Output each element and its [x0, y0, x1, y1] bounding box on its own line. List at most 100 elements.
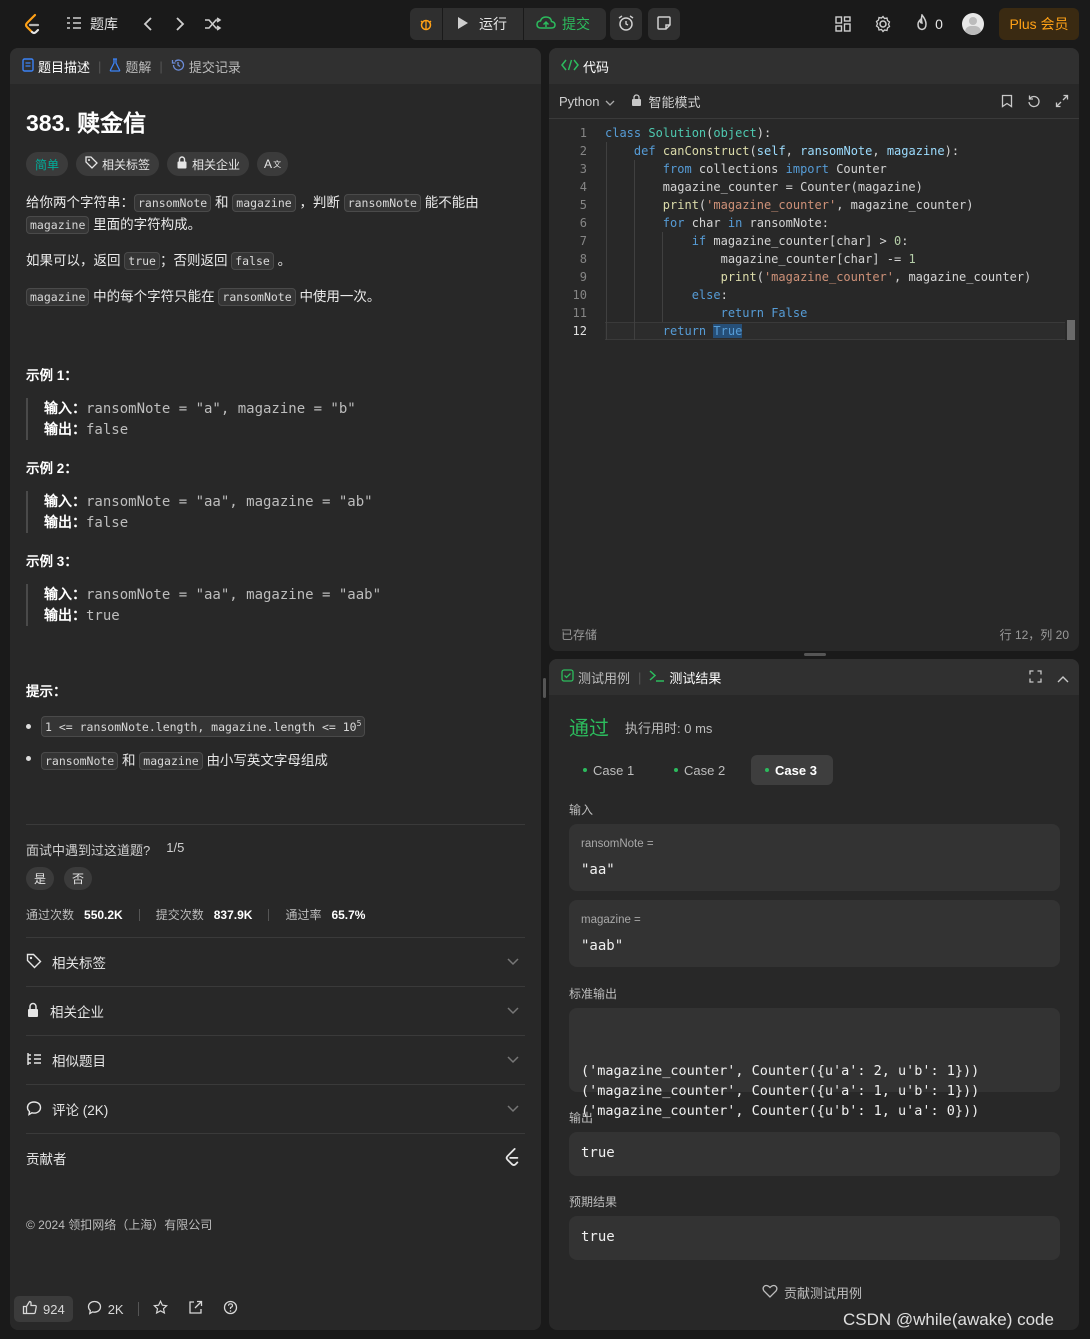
stdout-label: 标准输出	[569, 987, 618, 1001]
run-button[interactable]: 运行	[443, 8, 523, 40]
layout-icon[interactable]	[832, 12, 854, 36]
timer-button[interactable]	[610, 8, 642, 40]
chevron-down-icon	[605, 94, 615, 109]
accordion-topics[interactable]: 相关标签	[26, 937, 525, 986]
no-button[interactable]: 否	[64, 867, 93, 890]
like-button[interactable]: 924	[14, 1296, 73, 1322]
star-icon[interactable]	[145, 1299, 176, 1318]
run-label: 运行	[479, 16, 507, 32]
shuffle-icon[interactable]	[202, 12, 224, 36]
code-area[interactable]: 1 class Solution(object): 2 def canConstr…	[549, 124, 1073, 344]
chevron-up-icon[interactable]	[1057, 671, 1069, 686]
tab-solution[interactable]: 题解	[109, 57, 151, 76]
code-line: 9 print('magazine_counter', magazine_cou…	[579, 270, 1032, 284]
avatar[interactable]	[962, 13, 984, 35]
submit-button[interactable]: 提交	[524, 8, 606, 40]
play-icon	[457, 16, 469, 33]
list-tree-icon	[26, 1051, 42, 1070]
accordion-comments-label: 评论 (2K)	[52, 1103, 109, 1118]
lock-icon	[176, 156, 188, 172]
problem-description: 给你两个字符串： ransomNote 和 magazine ，判断 ransom…	[26, 192, 526, 308]
problem-title[interactable]: 383. 赎金信	[26, 104, 146, 138]
notes-button[interactable]	[648, 8, 680, 40]
output-value: true	[581, 1145, 615, 1161]
case-tab-2[interactable]: Case 2	[660, 755, 738, 785]
tab-description[interactable]: 题目描述	[22, 57, 90, 76]
translate-icon: A	[264, 157, 273, 171]
contribute-testcase-button[interactable]: 贡献测试用例	[762, 1283, 862, 1302]
tag-row: 简单 相关标签 相关企业 A文	[26, 152, 289, 176]
leetcode-logo-icon[interactable]	[20, 12, 44, 36]
chevron-down-icon	[507, 1003, 519, 1018]
expand-icon[interactable]	[1055, 94, 1069, 111]
top-bar: 题库 运行 提交 0 Plus 会员	[0, 0, 1090, 48]
accordion-topics-label: 相关标签	[52, 956, 106, 971]
tag-icon	[26, 953, 42, 972]
comments-button[interactable]: 2K	[79, 1300, 132, 1318]
fullscreen-icon[interactable]	[1029, 670, 1042, 686]
bug-icon	[418, 16, 434, 32]
tab-testcases[interactable]: 测试用例	[561, 668, 630, 687]
code-line: 7 if magazine_counter[char] > 0:	[579, 234, 909, 248]
share-icon[interactable]	[182, 1300, 209, 1318]
bookmark-icon[interactable]	[1001, 94, 1013, 111]
code-line: 5 print('magazine_counter', magazine_cou…	[579, 198, 974, 212]
settings-gear-icon[interactable]	[872, 12, 894, 36]
comment-icon	[26, 1100, 42, 1119]
tab-test-result[interactable]: 测试结果	[649, 668, 721, 687]
translate-button[interactable]: A文	[257, 152, 289, 176]
language-label: Python	[559, 93, 600, 109]
list-icon	[66, 16, 82, 33]
topics-tag-label: 相关标签	[102, 157, 151, 172]
divider	[26, 824, 525, 825]
help-icon[interactable]	[215, 1300, 246, 1318]
problem-list-button[interactable]: 题库	[66, 12, 126, 36]
prev-problem-icon[interactable]	[138, 12, 158, 36]
horizontal-resize-handle[interactable]	[804, 653, 826, 656]
example-3-title: 示例 3：	[26, 554, 78, 569]
smart-mode-toggle[interactable]: 智能模式	[631, 92, 701, 111]
example-2-title: 示例 2：	[26, 461, 78, 476]
hints-list: 1 <= ransomNote.length, magazine.length …	[26, 716, 366, 770]
tab-test-result-label: 测试结果	[669, 670, 722, 686]
companies-tag-button[interactable]: 相关企业	[167, 152, 250, 176]
code-brackets-icon	[561, 59, 579, 74]
accordion-companies-label: 相关企业	[50, 1005, 104, 1020]
tab-submissions[interactable]: 提交记录	[171, 57, 241, 76]
chevron-down-icon	[507, 1052, 519, 1067]
thumbs-up-icon	[22, 1300, 37, 1318]
accordion-comments[interactable]: 评论 (2K)	[26, 1084, 525, 1133]
cloud-upload-icon	[536, 15, 556, 34]
input-label: 输入	[569, 803, 594, 817]
heart-icon	[762, 1284, 778, 1301]
language-select[interactable]: Python	[559, 94, 615, 109]
case-tab-3[interactable]: Case 3	[751, 755, 833, 785]
result-tab-bar: 测试用例 | 测试结果	[549, 659, 1079, 695]
example-1-title: 示例 1：	[26, 368, 78, 383]
case-tab-1[interactable]: Case 1	[569, 755, 647, 785]
description-paragraph-2: 如果可以，返回 true ；否则返回 false 。	[26, 252, 292, 270]
alarm-clock-icon	[617, 14, 635, 35]
accordion-similar[interactable]: 相似题目	[26, 1035, 525, 1084]
accordion-companies[interactable]: 相关企业	[26, 986, 525, 1035]
minimap-slider[interactable]	[1067, 320, 1075, 340]
tab-code[interactable]: 代码	[561, 57, 609, 76]
reset-code-icon[interactable]	[1027, 94, 1041, 111]
contribute-label: 贡献测试用例	[784, 1286, 863, 1301]
problem-list-label: 题库	[90, 16, 118, 32]
debug-button[interactable]	[410, 8, 442, 40]
next-problem-icon[interactable]	[170, 12, 190, 36]
topics-tag-button[interactable]: 相关标签	[76, 152, 160, 176]
hints-title: 提示：	[26, 684, 67, 699]
streak-counter[interactable]: 0	[912, 12, 946, 36]
vertical-resize-handle[interactable]	[543, 678, 546, 698]
document-icon	[22, 57, 34, 75]
yes-button[interactable]: 是	[26, 867, 55, 890]
leetcode-contributor-icon[interactable]	[503, 1147, 521, 1170]
code-line: 2 def canConstruct(self, ransomNote, mag…	[579, 144, 960, 158]
streak-count: 0	[935, 16, 943, 32]
result-status: 通过	[569, 718, 609, 740]
stdout-box: ('magazine_counter', Counter({u'a': 2, u…	[569, 1008, 1060, 1119]
var-name: ransomNote =	[581, 838, 654, 850]
plus-membership-button[interactable]: Plus 会员	[999, 8, 1079, 40]
